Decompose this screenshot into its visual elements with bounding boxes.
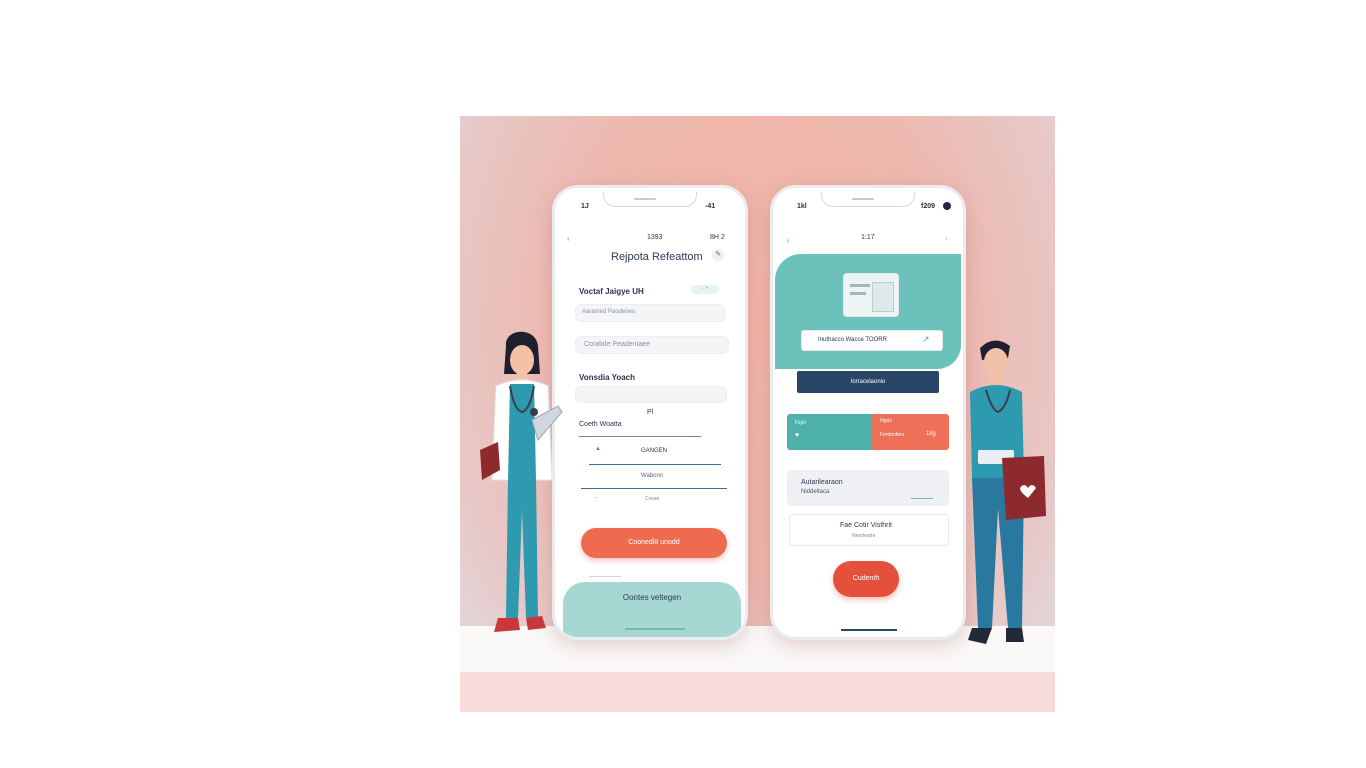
info2-title: Fae Cotir Visthrit: [840, 522, 892, 529]
stat-card-right[interactable]: Ifigds Ferdenfers 1l/g: [872, 414, 949, 450]
card-right-label: Ifigds: [880, 418, 892, 424]
page-title: Rejpota Refeattom: [611, 251, 703, 263]
row1-text: GANGEN: [641, 448, 668, 454]
status-time: 1J: [581, 203, 589, 210]
section2-label: Vonsdia Yoach: [579, 373, 636, 382]
stat-card-left[interactable]: Figid ♥ ·: [787, 414, 872, 450]
row3-marker: -: [595, 495, 597, 501]
top-number: 1:17: [861, 234, 875, 241]
expand-icon[interactable]: ✎: [712, 249, 724, 261]
text-field-2[interactable]: Coratide Peadentaee: [575, 336, 729, 354]
primary-button[interactable]: Coonedl8 unodd: [581, 528, 727, 558]
info-card[interactable]: Autarilearaon Niddeltaca: [787, 470, 949, 506]
phone-notch: [603, 192, 697, 207]
row2-line[interactable]: [581, 488, 727, 489]
row1-icon: ▲: [595, 446, 601, 452]
card-left-label: Figid: [795, 420, 806, 426]
row3-text: Cvean: [645, 496, 660, 502]
divider: [579, 436, 701, 437]
row2-text: Wabonn: [641, 473, 664, 479]
field2-placeholder: Coratide Peadentaee: [584, 341, 651, 348]
dark-button[interactable]: Iorracelaonio: [797, 371, 939, 393]
back-chevron-icon[interactable]: ‹: [567, 234, 570, 243]
card-right-sub: Ferdenfers: [880, 432, 905, 438]
illustration: 1J -41 1393 8H 2 ‹ Rejpota Refeattom ✎ V…: [460, 116, 1055, 712]
floor-band: [460, 672, 1055, 712]
search-text: Inuthacco Wacce TOORR: [818, 337, 887, 343]
top-right-label: 8H 2: [710, 234, 725, 241]
row1-line[interactable]: [589, 464, 721, 465]
arrow-right-icon[interactable]: ↗: [922, 334, 930, 345]
heart-icon: ♥ ·: [795, 432, 804, 439]
text-field-1[interactable]: Aaramed Paodeneo: [575, 304, 725, 322]
home-indicator: [841, 629, 897, 631]
status-indicators: f209: [921, 203, 936, 210]
left-phone: 1J -41 1393 8H 2 ‹ Rejpota Refeattom ✎ V…: [552, 185, 748, 640]
field1-placeholder: Aaramed Paodeneo: [582, 309, 636, 315]
card-right-value: 1l/g: [926, 431, 936, 437]
forward-icon[interactable]: ›: [945, 234, 948, 243]
status-indicators: -41: [705, 203, 716, 210]
round-action-button[interactable]: Cudenth: [833, 561, 899, 597]
battery-icon: [943, 202, 951, 210]
decor-line: [589, 576, 621, 577]
top-number: 1393: [647, 234, 663, 241]
info-sub: Niddeltaca: [801, 489, 830, 495]
info-title: Autarilearaon: [801, 479, 843, 486]
right-phone: 1kl f209 1:17 ‹ › Inuthacco Wacce TOORR …: [770, 185, 966, 640]
toggle-switch[interactable]: · ⁃: [691, 285, 719, 294]
text-field-3[interactable]: [575, 386, 727, 403]
folder-illustration-icon: [843, 273, 899, 317]
back-arrow-icon[interactable]: ‹: [787, 236, 790, 245]
info-progress: [911, 498, 933, 499]
status-time: 1kl: [797, 203, 807, 210]
female-doctor-figure: [480, 331, 563, 632]
phone-notch: [821, 192, 915, 207]
sub-label: Coeth Woatta: [579, 421, 622, 428]
section-label: Voctaf Jaigye UH: [579, 287, 644, 296]
male-doctor-figure: [968, 340, 1046, 644]
search-bar[interactable]: Inuthacco Wacce TOORR ↗: [801, 330, 943, 351]
info2-sub: Neodeatre: [852, 533, 876, 539]
home-indicator: [625, 628, 685, 630]
info-card-2[interactable]: Fae Cotir Visthrit Neodeatre: [789, 514, 949, 546]
small-label: Pl: [647, 409, 654, 416]
